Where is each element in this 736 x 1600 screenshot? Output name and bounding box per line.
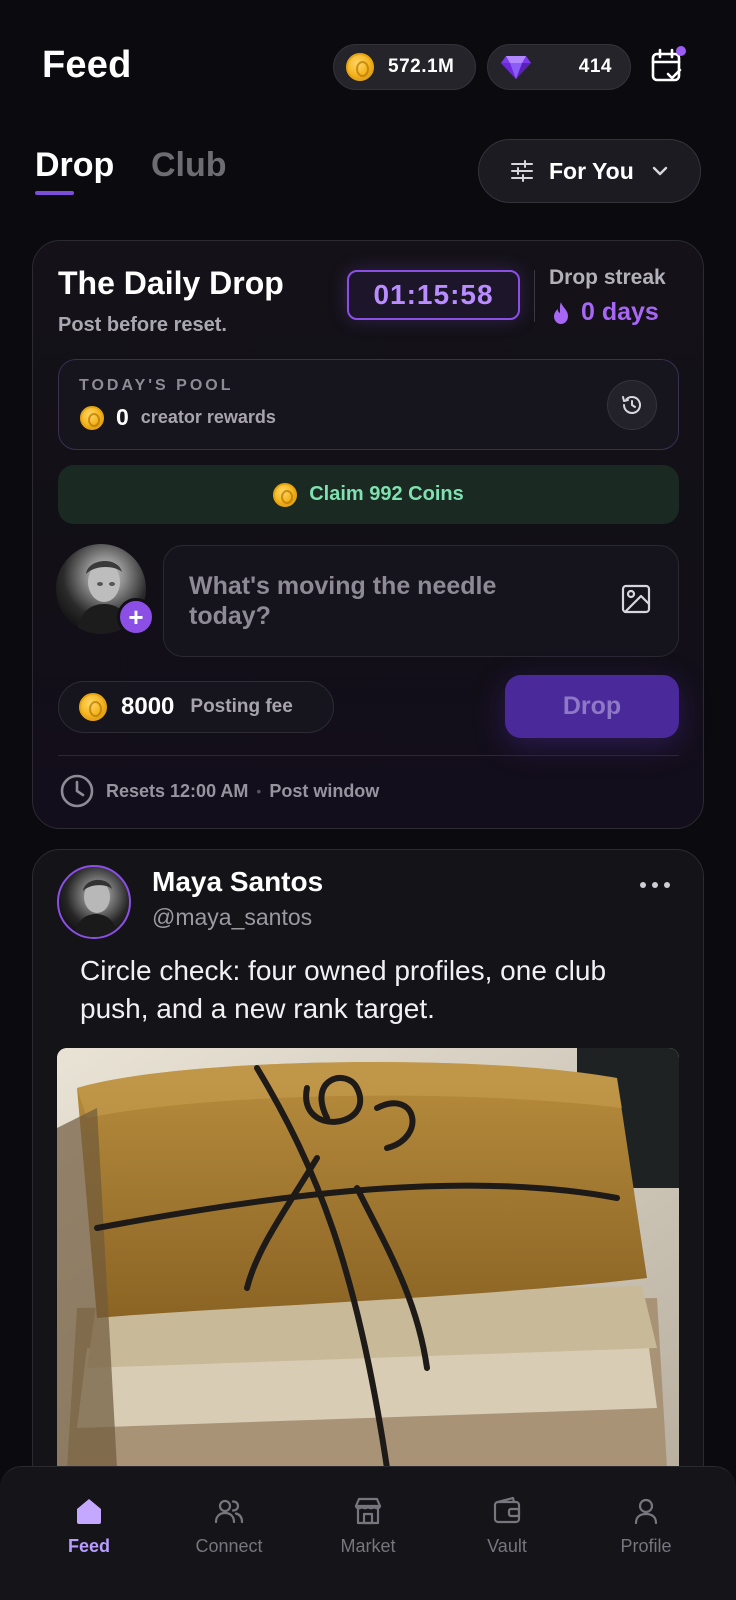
- nav-market[interactable]: Market: [313, 1495, 423, 1557]
- divider: [534, 270, 535, 322]
- post-window-label: Post window: [269, 780, 380, 801]
- flame-icon: [554, 301, 568, 324]
- filter-label: For You: [549, 157, 634, 184]
- reset-time: Resets 12:00 AM: [106, 780, 249, 801]
- nav-label: Connect: [195, 1536, 263, 1556]
- sliders-icon: [511, 160, 533, 182]
- coin-icon: [79, 693, 107, 721]
- gem-icon: [501, 56, 531, 79]
- daily-drop-title: The Daily Drop: [58, 265, 284, 301]
- coin-icon: [273, 482, 298, 507]
- feed-filter-dropdown[interactable]: For You: [478, 139, 701, 203]
- claim-coins-button[interactable]: Claim 992 Coins: [58, 465, 679, 524]
- nav-label: Feed: [67, 1536, 110, 1556]
- page-title: Feed: [42, 44, 132, 86]
- nav-connect[interactable]: Connect: [174, 1495, 284, 1557]
- post-image[interactable]: [57, 1048, 679, 1468]
- nav-label: Profile: [620, 1536, 672, 1556]
- gem-balance[interactable]: 414: [487, 44, 631, 90]
- daily-drop-subtitle: Post before reset.: [58, 314, 227, 336]
- nav-vault[interactable]: Vault: [452, 1495, 562, 1557]
- post-author-handle[interactable]: @maya_santos: [152, 904, 312, 931]
- drop-button[interactable]: Drop: [505, 675, 679, 738]
- pool-amount-row: 0 creator rewards: [80, 404, 276, 431]
- divider: [58, 755, 679, 756]
- pool-label: TODAY'S POOL: [79, 377, 234, 394]
- clock-icon: [60, 774, 94, 808]
- streak-days: 0 days: [581, 298, 659, 326]
- pool-amount: 0: [116, 404, 129, 430]
- tab-drop[interactable]: Drop: [35, 146, 114, 185]
- wallet-icon: [493, 1496, 521, 1524]
- coin-icon: [80, 405, 104, 430]
- portrait-image: [73, 879, 119, 937]
- posting-fee: 8000 Posting fee: [58, 681, 334, 733]
- bundle-of-papers-photo: [57, 1048, 679, 1468]
- gem-balance-value: 414: [578, 56, 612, 77]
- notification-dot: [676, 46, 686, 56]
- coin-balance-value: 572.1M: [388, 56, 455, 77]
- users-icon: [214, 1499, 244, 1524]
- post-body: Circle check: four owned profiles, one c…: [80, 955, 607, 1024]
- home-icon: [77, 1499, 101, 1524]
- coin-icon: [346, 53, 374, 81]
- active-tab-indicator: [35, 191, 74, 195]
- post-author-avatar[interactable]: [57, 865, 131, 939]
- chevron-down-icon: [652, 166, 667, 176]
- more-options-icon[interactable]: [640, 880, 670, 890]
- user-icon: [634, 1498, 658, 1525]
- streak-value: 0 days: [551, 298, 659, 327]
- claim-label: Claim 992 Coins: [309, 483, 464, 505]
- countdown-timer: 01:15:58: [347, 270, 520, 320]
- post-author-name[interactable]: Maya Santos: [152, 866, 323, 898]
- coin-balance[interactable]: 572.1M: [333, 44, 476, 90]
- nav-feed[interactable]: Feed: [34, 1495, 144, 1557]
- reset-info: Resets 12:00 AM • Post window: [59, 773, 379, 809]
- separator-dot: •: [256, 783, 262, 799]
- nav-label: Market: [340, 1536, 396, 1556]
- nav-label: Vault: [487, 1536, 527, 1556]
- tab-club[interactable]: Club: [151, 146, 227, 185]
- history-button[interactable]: [607, 380, 657, 430]
- fee-amount: 8000: [121, 693, 175, 720]
- streak-label: Drop streak: [549, 266, 666, 289]
- add-photo-button[interactable]: +: [117, 598, 155, 636]
- history-icon: [622, 396, 641, 414]
- compose-placeholder: What's moving the needle today?: [189, 572, 497, 630]
- image-icon[interactable]: [620, 583, 652, 615]
- fee-label: Posting fee: [190, 696, 293, 717]
- store-icon: [354, 1497, 382, 1525]
- pool-text: creator rewards: [140, 407, 276, 427]
- nav-profile[interactable]: Profile: [591, 1495, 701, 1557]
